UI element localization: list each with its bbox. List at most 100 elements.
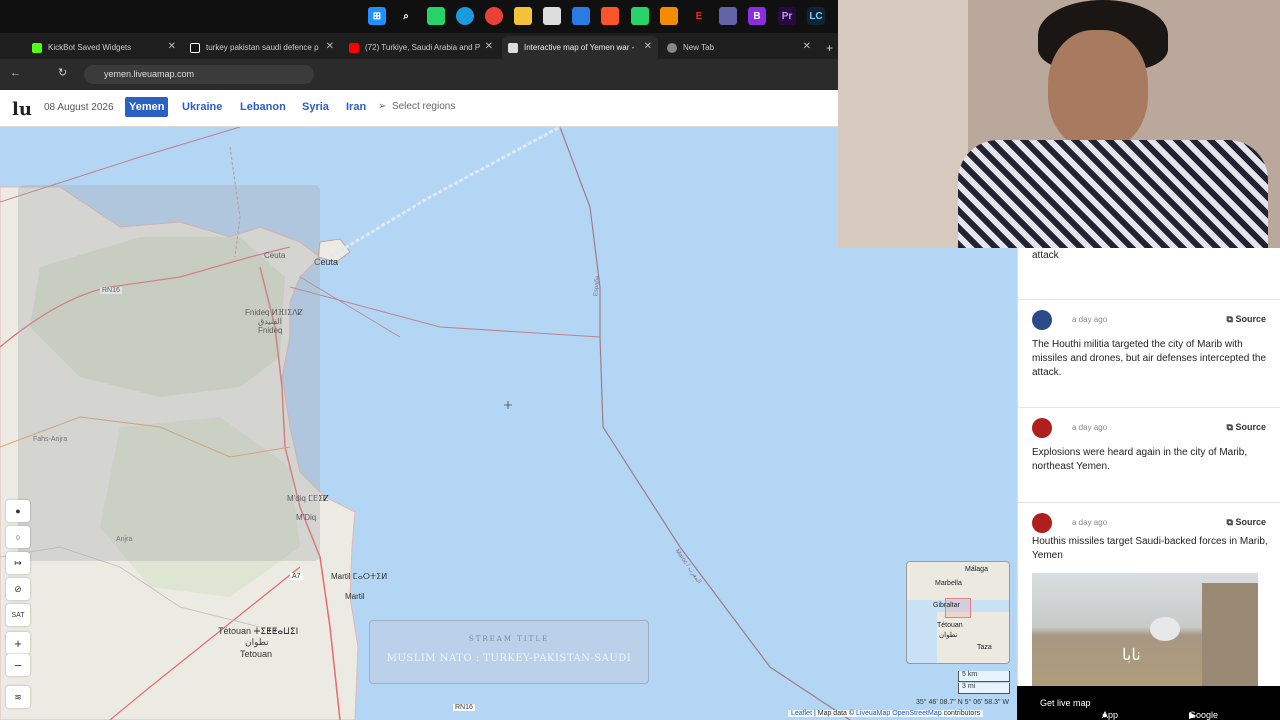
leaflet-link[interactable]: Leaflet <box>791 710 812 717</box>
app-lc-icon[interactable]: LC <box>807 7 825 25</box>
photo-smoke <box>1150 617 1180 641</box>
minimap-label-tetouan-ar: تطوان <box>939 632 958 639</box>
feed-item[interactable]: a day ago ⧉ Source Explosions were heard… <box>1018 408 1280 503</box>
measure-tool[interactable]: ↦ <box>6 552 30 574</box>
new-tab-button[interactable]: + <box>820 36 838 59</box>
map-label-martil: Martil ⵎⴰⵔⵜⵉⵍ <box>331 572 388 581</box>
edge-icon[interactable] <box>456 7 474 25</box>
minimap-label-malaga: Málaga <box>965 566 988 573</box>
close-icon[interactable]: ✕ <box>326 41 334 52</box>
mail-icon[interactable] <box>572 7 590 25</box>
zoom-in-button[interactable]: + <box>6 632 30 654</box>
folder-icon[interactable] <box>514 7 532 25</box>
source-link[interactable]: ⧉ Source <box>1227 422 1266 433</box>
reload-icon[interactable]: ↻ <box>58 66 67 79</box>
store-icon[interactable] <box>543 7 561 25</box>
close-icon[interactable]: ✕ <box>644 41 652 52</box>
satellite-toggle[interactable]: SAT <box>6 604 30 626</box>
close-icon[interactable]: ✕ <box>803 41 811 52</box>
tab-new-tab[interactable]: New Tab ✕ <box>661 36 817 59</box>
site-header: lu 08 August 2026 Yemen Ukraine Lebanon … <box>0 90 838 127</box>
feed-item-text: The Houthi militia targeted the city of … <box>1032 339 1267 378</box>
external-link-icon: ⧉ <box>1226 517 1233 527</box>
map-scale: 5 km 3 mi <box>958 671 1010 695</box>
select-regions-button[interactable]: ➢ Select regions <box>378 101 455 112</box>
feed-item-text: Houthis missiles target Saudi-backed for… <box>1032 536 1268 561</box>
webcam-shirt <box>958 140 1268 248</box>
layers-icon[interactable]: ≋ <box>6 686 30 708</box>
stream-title-banner: STREAM TITLE MUSLIM NATO : TURKEY-PAKIST… <box>369 620 649 684</box>
map-label-tetouan-ar: تطوان <box>245 637 269 647</box>
news-feed: attack a day ago ⧉ Source The Houthi mil… <box>1017 248 1280 686</box>
stream-subtitle: MUSLIM NATO : TURKEY-PAKISTAN-SAUDI <box>386 653 632 664</box>
map-label-martil2: Martil <box>345 592 365 601</box>
stream-chat-overlay <box>18 185 320 561</box>
photo-watermark: نابا <box>1122 647 1141 664</box>
region-iran[interactable]: Iran <box>346 101 366 113</box>
minimap[interactable]: Málaga Marbella Gibraltar Tétouan تطوان … <box>906 561 1010 664</box>
feed-item-partial[interactable]: attack <box>1018 248 1280 300</box>
external-link-icon: ⧉ <box>1226 314 1233 324</box>
premiere-icon[interactable]: Pr <box>778 7 796 25</box>
app-e-icon[interactable]: E <box>690 7 708 25</box>
osm-link[interactable]: OpenStreetMap <box>892 710 941 717</box>
tab-x-search[interactable]: turkey pakistan saudi defence p ✕ <box>184 36 340 59</box>
chrome-icon[interactable] <box>485 7 503 25</box>
source-link[interactable]: ⧉ Source <box>1227 314 1266 325</box>
feed-item-time: a day ago <box>1072 518 1108 527</box>
map-label-tetouan2: Tetouan <box>240 649 273 659</box>
back-icon[interactable]: ← <box>10 67 21 79</box>
hide-layer-tool[interactable]: ⊘ <box>6 578 30 600</box>
tab-kickbot[interactable]: KickBot Saved Widgets ✕ <box>26 36 182 59</box>
tab-youtube[interactable]: (72) Turkiye, Saudi Arabia and P ✕ <box>343 36 499 59</box>
search-icon[interactable]: ⌕ <box>397 7 415 25</box>
feed-item[interactable]: a day ago ⧉ Source The Houthi militia ta… <box>1018 300 1280 408</box>
vlc-icon[interactable] <box>660 7 678 25</box>
external-link-icon: ⧉ <box>1226 422 1233 432</box>
liveuamap-link[interactable]: LiveuaMap <box>856 710 890 717</box>
close-icon[interactable]: ✕ <box>168 41 176 52</box>
feed-item-time: a day ago <box>1072 315 1108 324</box>
app-b-icon[interactable]: B <box>748 7 766 25</box>
tab-bar: KickBot Saved Widgets ✕ turkey pakistan … <box>0 33 838 59</box>
region-ukraine[interactable]: Ukraine <box>182 101 222 113</box>
feed-item-photo[interactable]: نابا <box>1032 573 1258 686</box>
whatsapp2-icon[interactable] <box>631 7 649 25</box>
map-toolbar: ● ○ ↦ ⊘ SAT + − ≋ <box>6 500 30 712</box>
stream-title-label: STREAM TITLE <box>468 635 550 643</box>
get-live-map-link[interactable]: Get live map <box>1040 698 1091 708</box>
scale-km: 5 km <box>958 671 1010 682</box>
minimap-label-gibraltar: Gibraltar <box>933 602 960 609</box>
minimap-label-marbella: Marbella <box>935 580 962 587</box>
brave-icon[interactable] <box>601 7 619 25</box>
windows-start-icon[interactable]: ⊞ <box>368 7 386 25</box>
date-label: 08 August 2026 <box>44 102 114 113</box>
app-download-bar: Get live map ● App Store ▶ Google Play <box>1017 686 1280 720</box>
source-avatar-icon <box>1032 418 1052 438</box>
kickbot-icon <box>32 42 42 53</box>
liveuamap-logo[interactable]: lu <box>12 99 32 120</box>
feed-item-text: attack <box>1032 250 1059 261</box>
teams-icon[interactable] <box>719 7 737 25</box>
source-link[interactable]: ⧉ Source <box>1227 517 1266 528</box>
region-syria[interactable]: Syria <box>302 101 329 113</box>
map-label-tetouan: Tétouan ⵜⵉⵟⵟⴰⵡⵉⵏ <box>218 626 299 636</box>
draw-circle-tool[interactable]: ○ <box>6 526 30 548</box>
taskbar: ⊞ ⌕ E B Pr LC <box>0 0 838 33</box>
x-icon <box>190 42 200 53</box>
url-field[interactable]: yemen.liveuamap.com <box>84 65 314 84</box>
region-lebanon[interactable]: Lebanon <box>240 101 286 113</box>
region-yemen[interactable]: Yemen <box>125 97 169 117</box>
map-label-rn16b: RN16 <box>453 704 475 711</box>
whatsapp-icon[interactable] <box>427 7 445 25</box>
send-icon: ➢ <box>378 101 387 112</box>
map-label-a7: A7 <box>290 573 303 580</box>
youtube-icon <box>349 42 359 53</box>
tab-liveuamap[interactable]: Interactive map of Yemen war - ✕ <box>502 36 658 59</box>
close-icon[interactable]: ✕ <box>485 41 493 52</box>
draw-marker-tool[interactable]: ● <box>6 500 30 522</box>
zoom-out-button[interactable]: − <box>6 654 30 676</box>
scale-mi: 3 mi <box>958 683 1010 694</box>
minimap-label-tetouan: Tétouan <box>937 622 963 629</box>
source-avatar-icon <box>1032 310 1052 330</box>
